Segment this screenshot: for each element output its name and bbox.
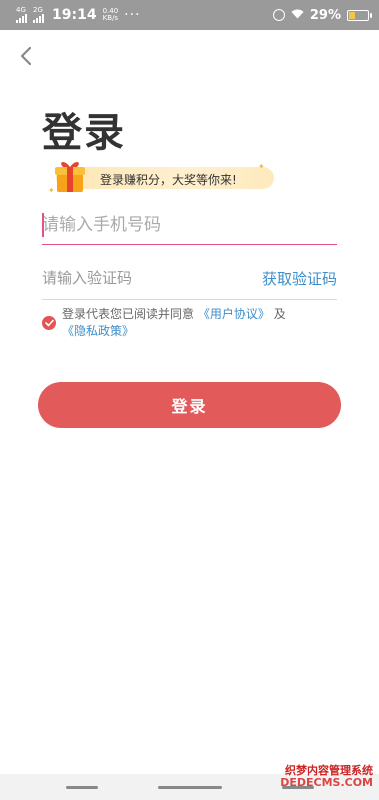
- sparkle-icon: ✦: [48, 186, 55, 195]
- status-bar: 4G 2G 19:14 0.40 KB/s ··· 29%: [0, 0, 379, 30]
- signal-bars-icon: [16, 14, 27, 23]
- nav-home-button[interactable]: [158, 786, 222, 789]
- privacy-policy-link[interactable]: 《隐私政策》: [62, 324, 134, 338]
- page-title: 登录: [42, 110, 126, 156]
- phone-field: [42, 205, 337, 245]
- signal-4g: 4G: [16, 7, 27, 23]
- network-label-4g: 4G: [16, 6, 26, 14]
- wifi-icon: [291, 9, 304, 22]
- promo-banner: ✦ ✦ 登录赚积分，大奖等你来!: [46, 162, 274, 195]
- login-button[interactable]: 登录: [38, 382, 341, 428]
- agreement-checkbox[interactable]: [42, 316, 56, 330]
- gift-box-icon: [55, 162, 85, 192]
- verification-code-input[interactable]: [42, 266, 232, 290]
- sparkle-icon: ✦: [258, 162, 265, 171]
- watermark: 织梦内容管理系统 DEDECMS.COM: [280, 765, 373, 789]
- verification-code-field: 获取验证码: [42, 258, 337, 300]
- agreement-and: 及: [273, 307, 286, 321]
- speed-unit: KB/s: [102, 14, 119, 22]
- get-code-button[interactable]: 获取验证码: [262, 268, 337, 289]
- promo-text: 登录赚积分，大奖等你来!: [100, 173, 237, 187]
- alarm-icon: [272, 9, 285, 21]
- signal-bars-icon: [33, 14, 44, 23]
- network-speed: 0.40 KB/s: [103, 8, 119, 22]
- status-left: 4G 2G 19:14 0.40 KB/s ···: [16, 7, 141, 23]
- chevron-left-icon: [20, 46, 32, 66]
- text-cursor: [42, 213, 44, 237]
- signal-2g: 2G: [33, 7, 44, 23]
- battery-icon: [347, 9, 372, 21]
- agreement-prefix: 登录代表您已阅读并同意: [62, 307, 195, 321]
- phone-input[interactable]: [42, 211, 322, 239]
- agreement-text: 登录代表您已阅读并同意 《用户协议》 及《隐私政策》: [62, 306, 354, 340]
- back-button[interactable]: [14, 42, 38, 70]
- status-time: 19:14: [52, 7, 97, 23]
- status-right: 29%: [272, 7, 372, 23]
- checkmark-icon: [44, 319, 54, 327]
- user-agreement-link[interactable]: 《用户协议》: [198, 307, 270, 321]
- more-notifications-icon: ···: [124, 7, 141, 23]
- battery-percent: 29%: [309, 7, 341, 23]
- network-label-2g: 2G: [33, 6, 43, 14]
- nav-menu-button[interactable]: [66, 786, 98, 789]
- battery-level: [349, 11, 355, 19]
- watermark-line-2: DEDECMS.COM: [280, 776, 373, 789]
